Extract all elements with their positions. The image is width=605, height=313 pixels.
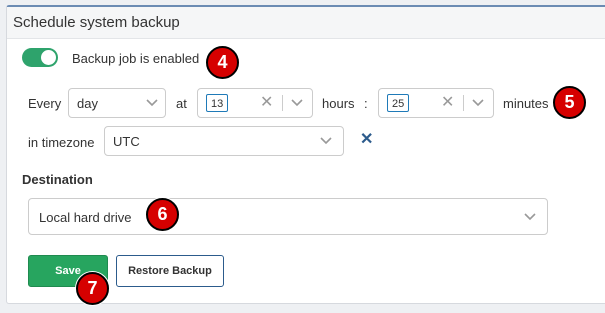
clear-timezone-icon[interactable]: ✕ — [360, 129, 373, 149]
minutes-label: minutes — [503, 96, 549, 111]
restore-backup-button[interactable]: Restore Backup — [116, 255, 224, 287]
every-label: Every — [28, 96, 62, 111]
timezone-label: in timezone — [28, 135, 95, 150]
frequency-select[interactable]: day — [68, 88, 166, 118]
timezone-value: UTC — [113, 134, 140, 149]
time-separator: : — [364, 96, 368, 111]
destination-select[interactable]: Local hard drive — [28, 198, 548, 235]
chevron-down-icon — [524, 213, 536, 221]
panel-title: Schedule system backup — [13, 14, 180, 31]
chevron-down-icon — [472, 99, 484, 107]
select-divider — [463, 95, 464, 111]
annotation-badge-5: 5 — [553, 86, 586, 119]
chevron-down-icon — [291, 99, 303, 107]
backup-enabled-label: Backup job is enabled — [72, 51, 200, 66]
frequency-value: day — [77, 96, 98, 111]
chevron-down-icon — [320, 137, 332, 145]
panel-header: Schedule system backup — [7, 7, 605, 39]
annotation-badge-7: 7 — [76, 272, 109, 305]
timezone-select[interactable]: UTC — [104, 126, 344, 156]
minute-value: 25 — [387, 94, 410, 112]
clear-minute-icon[interactable]: ✕ — [441, 95, 454, 111]
clear-hour-icon[interactable]: ✕ — [260, 95, 273, 111]
hours-label: hours — [322, 96, 355, 111]
annotation-badge-6: 6 — [146, 198, 179, 231]
select-divider — [282, 95, 283, 111]
minute-select[interactable]: 25 ✕ — [378, 88, 494, 118]
destination-label: Destination — [22, 172, 93, 187]
chevron-down-icon — [146, 99, 158, 107]
annotation-badge-4: 4 — [206, 46, 239, 79]
hour-select[interactable]: 13 ✕ — [197, 88, 313, 118]
toggle-knob — [41, 50, 56, 65]
at-label: at — [176, 96, 187, 111]
backup-enabled-toggle[interactable] — [22, 48, 58, 67]
hour-value: 13 — [206, 94, 229, 112]
destination-value: Local hard drive — [39, 210, 132, 225]
